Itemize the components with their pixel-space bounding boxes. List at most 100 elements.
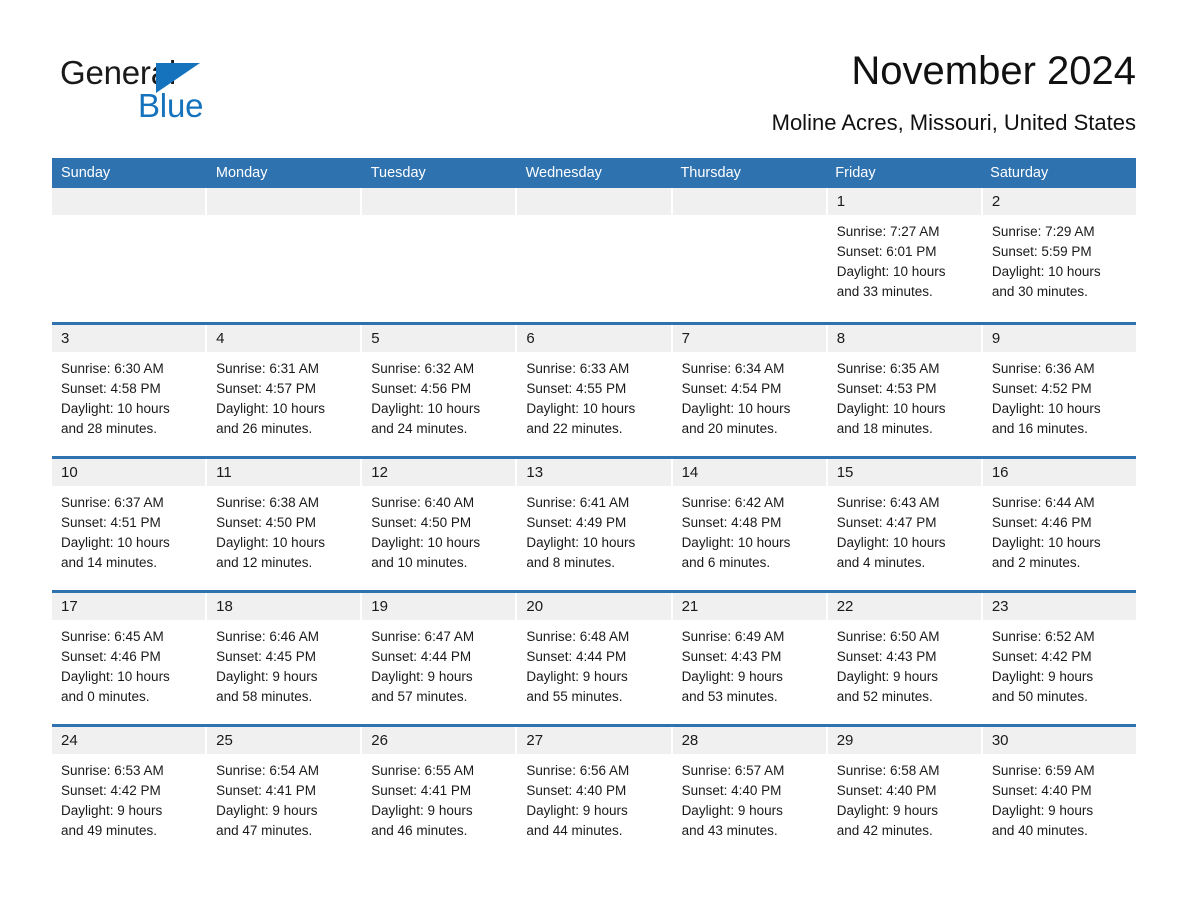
day-cell[interactable]: 10 Sunrise: 6:37 AM Sunset: 4:51 PM Dayligh… <box>52 459 208 590</box>
daylight-line-1: Daylight: 10 hours <box>371 401 481 416</box>
day-cell[interactable]: 20 Sunrise: 6:48 AM Sunset: 4:44 PM Dayligh… <box>517 593 673 724</box>
generalblue-logo[interactable]: General Blue <box>60 54 360 134</box>
day-cell[interactable]: 24 Sunrise: 6:53 AM Sunset: 4:42 PM Dayligh… <box>52 727 208 858</box>
daylight-line-2: and 4 minutes. <box>836 555 926 570</box>
day-details: Sunrise: 6:40 AM Sunset: 4:50 PM Daylight:… <box>362 486 515 573</box>
weekday-header-thursday: Thursday <box>680 165 741 181</box>
day-details: Sunrise: 6:46 AM Sunset: 4:45 PM Daylight:… <box>207 620 360 707</box>
day-details: Sunrise: 7:29 AM Sunset: 5:59 PM Daylight:… <box>983 215 1136 302</box>
day-details <box>52 215 205 222</box>
daylight-line-1: Daylight: 9 hours <box>61 803 163 818</box>
weekday-header-monday: Monday <box>215 165 268 181</box>
day-cell[interactable]: 5 Sunrise: 6:32 AM Sunset: 4:56 PM Daylight… <box>362 325 518 456</box>
day-cell[interactable]: 28 Sunrise: 6:57 AM Sunset: 4:40 PM Dayligh… <box>672 727 828 858</box>
day-details: Sunrise: 6:43 AM Sunset: 4:47 PM Daylight:… <box>828 486 981 573</box>
daylight-line-2: and 58 minutes. <box>216 689 313 704</box>
day-cell[interactable]: 4 Sunrise: 6:31 AM Sunset: 4:57 PM Daylight… <box>207 325 363 456</box>
sunrise-line: Sunrise: 6:31 AM <box>216 361 319 376</box>
day-details: Sunrise: 7:27 AM Sunset: 6:01 PM Daylight:… <box>828 215 981 302</box>
daylight-line-2: and 30 minutes. <box>991 284 1088 299</box>
day-number-band: 2 <box>982 188 1136 215</box>
sunset-line: Sunset: 4:58 PM <box>61 381 161 396</box>
day-number: 2 <box>991 193 1001 210</box>
day-cell[interactable]: 16 Sunrise: 6:44 AM Sunset: 4:46 PM Dayligh… <box>982 459 1136 590</box>
page-header: General Blue November 2024 Moline Acres,… <box>52 46 1136 146</box>
sunset-line: Sunset: 6:01 PM <box>836 244 937 259</box>
day-details: Sunrise: 6:48 AM Sunset: 4:44 PM Daylight:… <box>517 620 670 707</box>
sunset-line: Sunset: 4:40 PM <box>681 783 782 798</box>
daylight-line-1: Daylight: 9 hours <box>681 669 783 684</box>
sunrise-line: Sunrise: 6:56 AM <box>526 763 630 778</box>
logo-text-blue: Blue <box>138 87 204 124</box>
sunrise-line: Sunrise: 6:45 AM <box>61 629 164 644</box>
sunrise-line: Sunrise: 6:38 AM <box>216 495 319 510</box>
day-cell[interactable]: 3 Sunrise: 6:30 AM Sunset: 4:58 PM Daylight… <box>52 325 208 456</box>
weekday-header-saturday: Saturday <box>990 165 1049 181</box>
day-cell[interactable]: 14 Sunrise: 6:42 AM Sunset: 4:48 PM Dayligh… <box>672 459 828 590</box>
day-cell[interactable]: 25 Sunrise: 6:54 AM Sunset: 4:41 PM Dayligh… <box>207 727 363 858</box>
day-cell[interactable]: 17 Sunrise: 6:45 AM Sunset: 4:46 PM Dayligh… <box>52 593 208 724</box>
day-cell[interactable]: 13 Sunrise: 6:41 AM Sunset: 4:49 PM Dayligh… <box>517 459 673 590</box>
daylight-line-1: Daylight: 9 hours <box>991 669 1094 684</box>
weekday-header-wednesday: Wednesday <box>525 165 602 181</box>
day-cell[interactable]: 7 Sunrise: 6:34 AM Sunset: 4:54 PM Daylight… <box>672 325 828 456</box>
sunset-line: Sunset: 4:42 PM <box>991 649 1092 664</box>
day-cell[interactable]: 27 Sunrise: 6:56 AM Sunset: 4:40 PM Dayligh… <box>517 727 673 858</box>
daylight-line-1: Daylight: 10 hours <box>991 535 1101 550</box>
day-cell[interactable]: 2 Sunrise: 7:29 AM Sunset: 5:59 PM Daylight… <box>982 188 1136 322</box>
sunset-line: Sunset: 5:59 PM <box>991 244 1092 259</box>
day-cell[interactable]: 11 Sunrise: 6:38 AM Sunset: 4:50 PM Dayligh… <box>207 459 363 590</box>
day-number: 19 <box>371 598 388 615</box>
day-cell[interactable]: 9 Sunrise: 6:36 AM Sunset: 4:52 PM Daylight… <box>982 325 1136 456</box>
daylight-line-2: and 10 minutes. <box>371 555 468 570</box>
day-details: Sunrise: 6:32 AM Sunset: 4:56 PM Daylight:… <box>362 352 515 439</box>
day-number-band: 16 <box>982 459 1136 486</box>
day-cell-empty <box>517 188 673 322</box>
sunset-line: Sunset: 4:43 PM <box>681 649 782 664</box>
day-details: Sunrise: 6:34 AM Sunset: 4:54 PM Daylight:… <box>673 352 826 439</box>
day-number-band: 25 <box>207 727 361 754</box>
sunrise-line: Sunrise: 6:36 AM <box>991 361 1095 376</box>
sunrise-line: Sunrise: 6:35 AM <box>836 361 940 376</box>
calendar-week-row: 24 Sunrise: 6:53 AM Sunset: 4:42 PM Dayligh… <box>52 724 1136 858</box>
daylight-line-1: Daylight: 10 hours <box>991 401 1101 416</box>
day-cell[interactable]: 19 Sunrise: 6:47 AM Sunset: 4:44 PM Dayligh… <box>362 593 518 724</box>
sunrise-line: Sunrise: 6:52 AM <box>991 629 1095 644</box>
day-cell[interactable]: 29 Sunrise: 6:58 AM Sunset: 4:40 PM Dayligh… <box>827 727 983 858</box>
day-details: Sunrise: 6:42 AM Sunset: 4:48 PM Daylight:… <box>673 486 826 573</box>
day-cell[interactable]: 12 Sunrise: 6:40 AM Sunset: 4:50 PM Dayligh… <box>362 459 518 590</box>
daylight-line-2: and 18 minutes. <box>836 421 933 436</box>
daylight-line-2: and 22 minutes. <box>526 421 623 436</box>
day-cell-empty <box>52 188 208 322</box>
day-details: Sunrise: 6:38 AM Sunset: 4:50 PM Daylight:… <box>207 486 360 573</box>
daylight-line-1: Daylight: 9 hours <box>836 803 939 818</box>
weekday-header-row: Sunday Monday Tuesday Wednesday Thursday Frid… <box>52 158 1136 188</box>
day-number-band: 7 <box>672 325 826 352</box>
day-cell[interactable]: 15 Sunrise: 6:43 AM Sunset: 4:47 PM Dayligh… <box>827 459 983 590</box>
sunrise-line: Sunrise: 6:50 AM <box>836 629 940 644</box>
daylight-line-2: and 20 minutes. <box>681 421 778 436</box>
day-details: Sunrise: 6:37 AM Sunset: 4:51 PM Daylight:… <box>52 486 205 573</box>
daylight-line-2: and 12 minutes. <box>216 555 313 570</box>
day-number-band: 8 <box>827 325 981 352</box>
day-cell[interactable]: 8 Sunrise: 6:35 AM Sunset: 4:53 PM Daylight… <box>827 325 983 456</box>
day-cell[interactable]: 1 Sunrise: 7:27 AM Sunset: 6:01 PM Daylight… <box>827 188 983 322</box>
day-cell[interactable]: 26 Sunrise: 6:55 AM Sunset: 4:41 PM Dayligh… <box>362 727 518 858</box>
daylight-line-1: Daylight: 9 hours <box>991 803 1094 818</box>
day-cell[interactable]: 23 Sunrise: 6:52 AM Sunset: 4:42 PM Dayligh… <box>982 593 1136 724</box>
daylight-line-2: and 50 minutes. <box>991 689 1088 704</box>
daylight-line-1: Daylight: 9 hours <box>216 669 318 684</box>
day-details: Sunrise: 6:58 AM Sunset: 4:40 PM Daylight:… <box>828 754 981 841</box>
daylight-line-2: and 46 minutes. <box>371 823 468 838</box>
weekday-header-tuesday: Tuesday <box>370 165 426 181</box>
sunrise-line: Sunrise: 6:57 AM <box>681 763 785 778</box>
day-details <box>207 215 360 222</box>
day-cell[interactable]: 30 Sunrise: 6:59 AM Sunset: 4:40 PM Dayligh… <box>982 727 1136 858</box>
day-number: 12 <box>371 464 388 481</box>
day-cell[interactable]: 22 Sunrise: 6:50 AM Sunset: 4:43 PM Dayligh… <box>827 593 983 724</box>
daylight-line-1: Daylight: 10 hours <box>371 535 481 550</box>
day-cell[interactable]: 18 Sunrise: 6:46 AM Sunset: 4:45 PM Dayligh… <box>207 593 363 724</box>
day-cell[interactable]: 6 Sunrise: 6:33 AM Sunset: 4:55 PM Daylight… <box>517 325 673 456</box>
daylight-line-2: and 26 minutes. <box>216 421 313 436</box>
day-cell[interactable]: 21 Sunrise: 6:49 AM Sunset: 4:43 PM Dayligh… <box>672 593 828 724</box>
